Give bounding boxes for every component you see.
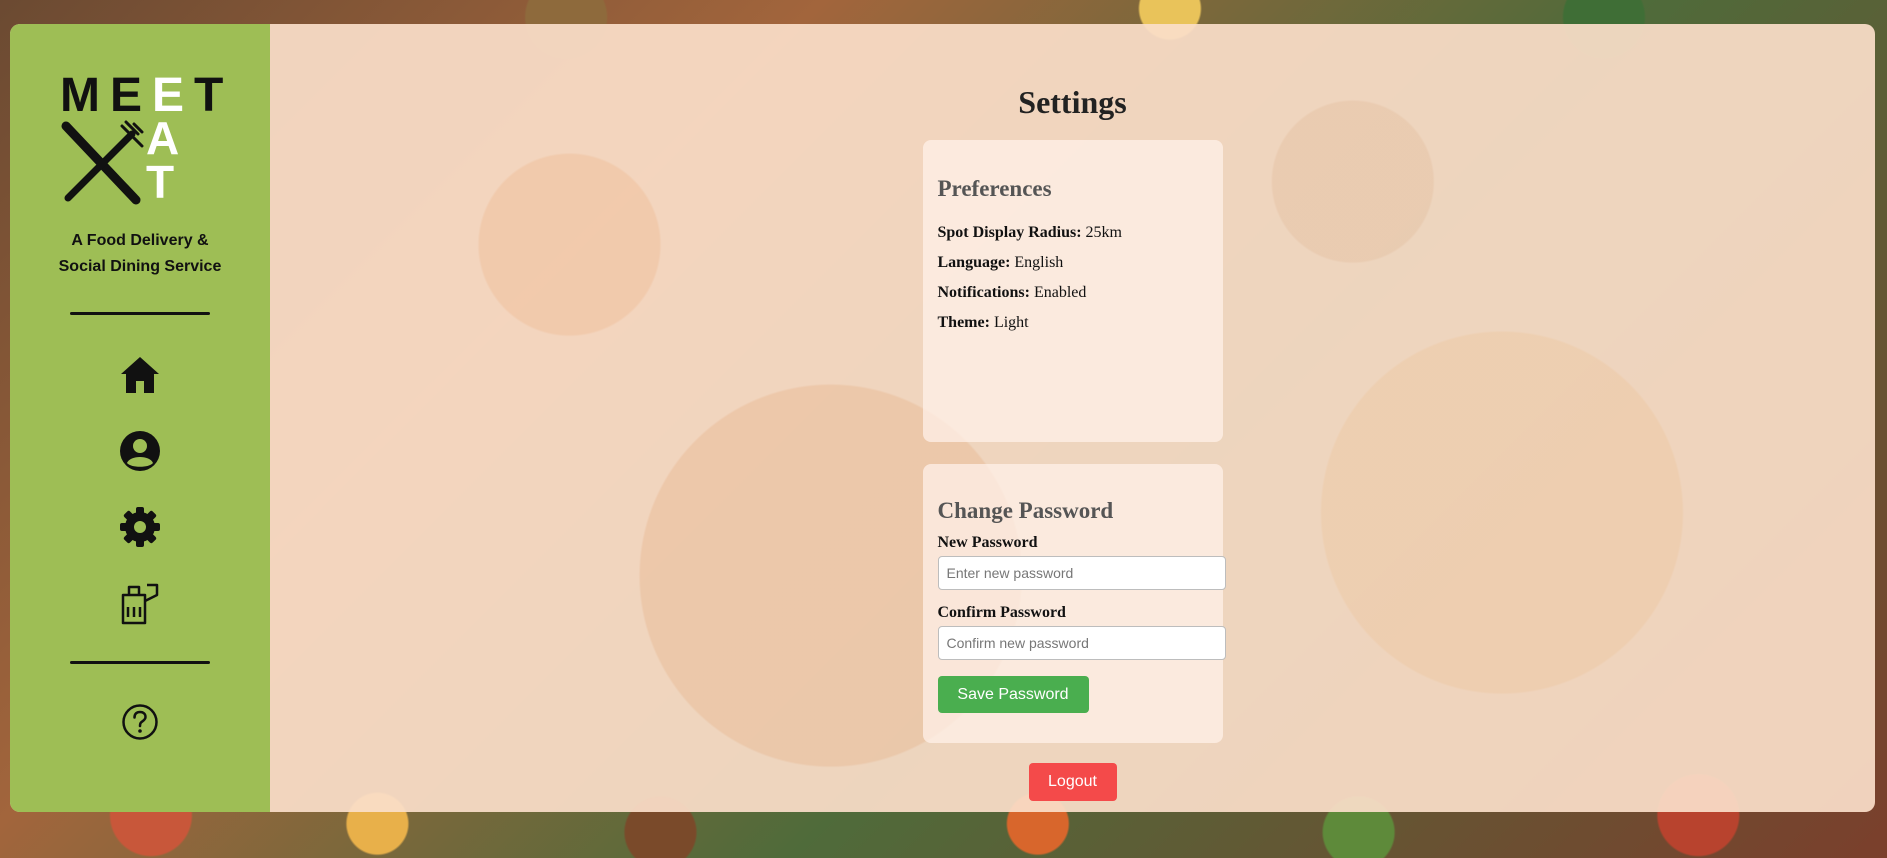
gear-icon xyxy=(120,507,160,547)
nav-settings[interactable] xyxy=(118,505,162,549)
nav-profile[interactable] xyxy=(118,429,162,473)
main-content: Settings Preferences Spot Display Radius… xyxy=(270,24,1875,812)
tagline: A Food Delivery & Social Dining Service xyxy=(58,232,222,275)
change-password-card: Change Password New Password Confirm Pas… xyxy=(922,464,1226,743)
sidebar: MEET A T A Food Delivery & Social Dining… xyxy=(10,24,270,812)
takeout-bag-icon xyxy=(121,583,159,625)
new-password-input[interactable] xyxy=(937,556,1226,590)
confirm-password-input[interactable] xyxy=(937,626,1226,660)
pref-theme: Theme: Light xyxy=(937,314,1029,331)
new-password-label: New Password xyxy=(937,534,1038,551)
logout-button[interactable]: Logout xyxy=(1028,763,1117,801)
divider xyxy=(70,312,210,315)
pref-radius: Spot Display Radius: 25km xyxy=(937,224,1123,241)
nav-home[interactable] xyxy=(118,353,162,397)
change-password-heading: Change Password xyxy=(937,498,1114,523)
preferences-heading: Preferences xyxy=(937,176,1052,201)
pref-notifications: Notifications: Enabled xyxy=(937,284,1087,301)
home-icon xyxy=(121,357,159,393)
pref-language: Language: English xyxy=(937,254,1064,271)
help-button[interactable] xyxy=(120,702,160,742)
logo-at: A T xyxy=(146,112,180,208)
preferences-card: Preferences Spot Display Radius: 25km La… xyxy=(922,140,1223,442)
confirm-password-label: Confirm Password xyxy=(937,604,1066,621)
page-title: Settings xyxy=(1018,84,1127,120)
divider xyxy=(70,661,210,664)
save-password-button[interactable]: Save Password xyxy=(937,676,1089,713)
nav-orders[interactable] xyxy=(118,581,162,625)
cutlery-icon xyxy=(61,120,144,205)
profile-icon xyxy=(120,431,160,471)
help-icon xyxy=(122,704,158,740)
meet-eat-logo: MEET A T xyxy=(60,72,223,208)
sidebar-nav xyxy=(118,353,162,625)
app-frame: MEET A T A Food Delivery & Social Dining… xyxy=(10,24,1875,812)
